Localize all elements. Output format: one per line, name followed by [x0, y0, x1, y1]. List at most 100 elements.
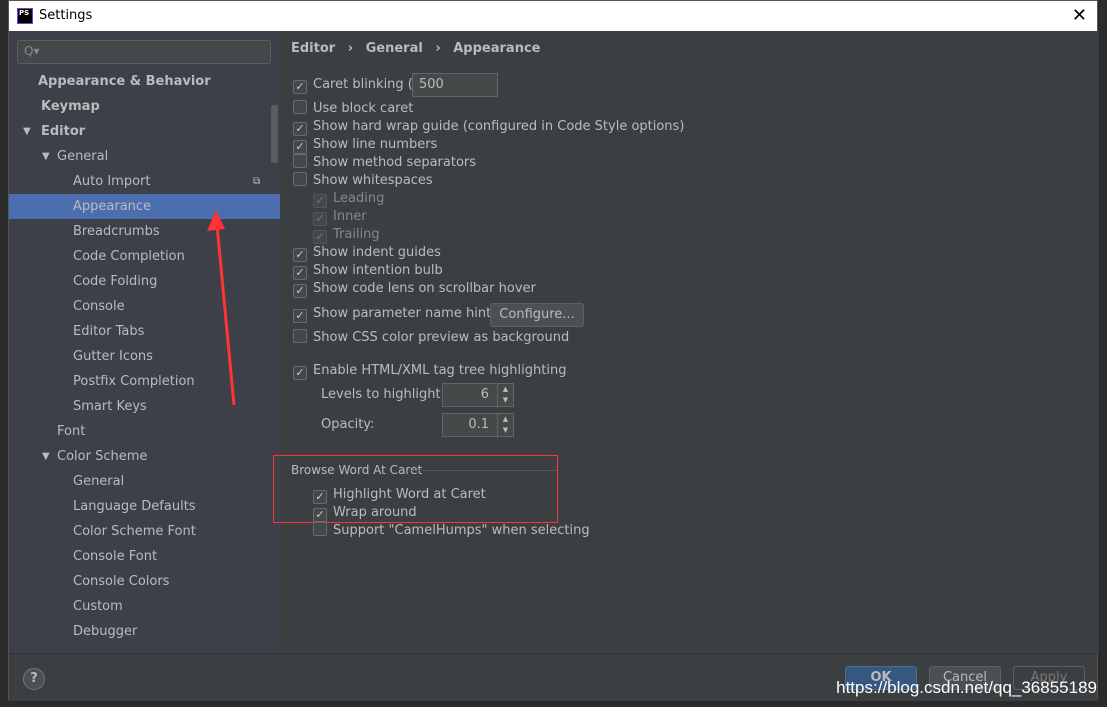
tree-item[interactable]: Console Font	[9, 544, 280, 569]
sidebar-scrollbar[interactable]	[271, 105, 278, 163]
breadcrumb: Editor › General › Appearance	[291, 41, 540, 56]
breadcrumb-item: Appearance	[453, 41, 541, 56]
checkbox[interactable]: ✓	[293, 309, 307, 323]
option-label[interactable]: Show indent guides	[313, 245, 441, 260]
tree-item-label: Smart Keys	[73, 399, 147, 414]
breadcrumb-item: Editor	[291, 41, 336, 56]
option-label[interactable]: Highlight Word at Caret	[333, 487, 486, 502]
option-label[interactable]: Support "CamelHumps" when selecting	[333, 523, 590, 538]
option-label[interactable]: Leading	[333, 191, 384, 206]
opacity-label: Opacity:	[321, 417, 375, 432]
checkbox[interactable]: ✓	[313, 508, 327, 522]
tree-item-label: Breadcrumbs	[73, 224, 160, 239]
tree-item[interactable]: Appearance & Behavior	[9, 69, 280, 94]
option-row: ✓ Show parameter name hints	[293, 305, 498, 323]
tree-item[interactable]: ▼ Editor	[9, 119, 280, 144]
option-row: Show whitespaces	[293, 172, 433, 190]
configure-button[interactable]: Configure...	[490, 303, 584, 327]
tree-item-label: Color Scheme	[57, 449, 148, 464]
option-label[interactable]: Show parameter name hints	[313, 306, 498, 321]
tree-item[interactable]: Keymap	[9, 94, 280, 119]
tree-item-label: Debugger	[73, 624, 138, 639]
tree-item-label: Console Font	[73, 549, 158, 564]
expand-arrow-icon[interactable]: ▼	[42, 444, 50, 469]
checkbox[interactable]	[293, 329, 307, 343]
spinner-arrows-icon[interactable]: ▲ ▼	[497, 384, 513, 408]
levels-spinner[interactable]: 6 ▲ ▼	[442, 383, 514, 408]
checkbox[interactable]	[293, 172, 307, 186]
tree-item[interactable]: ▼ General	[9, 144, 280, 169]
tree-item[interactable]: Console Colors	[9, 569, 280, 594]
checkbox[interactable]: ✓	[293, 366, 307, 380]
option-row: ✓ Show code lens on scrollbar hover	[293, 280, 536, 298]
checkbox[interactable]: ✓	[293, 122, 307, 136]
option-label[interactable]: Use block caret	[313, 101, 413, 116]
tree-item-label: Auto Import	[73, 174, 151, 189]
close-icon[interactable]: ✕	[1072, 5, 1087, 26]
tree-item[interactable]: Color Scheme Font	[9, 519, 280, 544]
opacity-spinner[interactable]: 0.1 ▲ ▼	[442, 413, 514, 438]
tree-item[interactable]: Language Defaults	[9, 494, 280, 519]
tree-item-label: Language Defaults	[73, 499, 196, 514]
tree-item[interactable]: Auto Import ⧉	[9, 169, 280, 194]
tree-item-label: Color Scheme Font	[73, 524, 196, 539]
tree-item-label: Appearance	[73, 199, 152, 214]
tree-item[interactable]: ▼ Color Scheme	[9, 444, 280, 469]
copy-icon: ⧉	[253, 176, 261, 187]
levels-value: 6	[480, 387, 489, 402]
tree-item[interactable]: Custom	[9, 594, 280, 619]
checkbox[interactable]: ✓	[293, 80, 307, 94]
watermark: https://blog.csdn.net/qq_36855189	[836, 678, 1097, 697]
option-label[interactable]: Show method separators	[313, 155, 476, 170]
tree-item[interactable]: General	[9, 469, 280, 494]
tree-item-label: Console Colors	[73, 574, 170, 589]
settings-content: Editor › General › Appearance ✓ Caret bli…	[273, 31, 1099, 653]
option-label[interactable]: Show hard wrap guide (configured in Code…	[313, 119, 684, 134]
tree-item-label: Code Completion	[73, 249, 185, 264]
option-row: ✓ Show line numbers	[293, 136, 437, 154]
option-row: ✓ Show indent guides	[293, 244, 441, 262]
option-label[interactable]: Enable HTML/XML tag tree highlighting	[313, 363, 566, 378]
option-label[interactable]: Show CSS color preview as background	[313, 330, 569, 345]
spinner-arrows-icon[interactable]: ▲ ▼	[497, 414, 513, 438]
tree-item[interactable]: Font	[9, 419, 280, 444]
checkbox[interactable]: ✓	[293, 266, 307, 280]
caret-blinking-input[interactable]: 500	[412, 73, 498, 97]
tree-item-label: Gutter Icons	[73, 349, 153, 364]
option-label[interactable]: Wrap around	[333, 505, 417, 520]
expand-arrow-icon[interactable]: ▼	[42, 144, 50, 169]
title-bar: PS Settings ✕	[9, 1, 1097, 31]
tree-item-label: General	[73, 474, 125, 489]
option-label[interactable]: Show code lens on scrollbar hover	[313, 281, 536, 296]
checkbox[interactable]	[293, 100, 307, 114]
expand-arrow-icon[interactable]: ▼	[23, 119, 31, 144]
option-label[interactable]: Inner	[333, 209, 367, 224]
checkbox[interactable]: ✓	[293, 248, 307, 262]
tree-item-label: Postfix Completion	[73, 374, 195, 389]
option-label[interactable]: Show line numbers	[313, 137, 437, 152]
checkbox[interactable]: ✓	[293, 140, 307, 154]
search-input[interactable]: Q▾	[17, 40, 271, 64]
tree-item[interactable]: Debugger	[9, 619, 280, 644]
tree-item-label: Editor	[41, 124, 86, 139]
settings-dialog: PS Settings ✕ Q▾ Appearance & Behavior Ke…	[8, 0, 1099, 701]
breadcrumb-separator: ›	[435, 41, 441, 56]
checkbox[interactable]: ✓	[293, 284, 307, 298]
phpstorm-logo-icon: PS	[17, 8, 33, 24]
option-row: ✓ Trailing	[313, 226, 380, 244]
option-row: Use block caret	[293, 100, 413, 118]
checkbox[interactable]: ✓	[313, 490, 327, 504]
option-label[interactable]: Trailing	[333, 227, 380, 242]
checkbox: ✓	[313, 212, 327, 226]
option-label[interactable]: Show whitespaces	[313, 173, 433, 188]
opacity-value: 0.1	[468, 417, 489, 432]
tree-item-label: Font	[57, 424, 86, 439]
checkbox[interactable]	[313, 522, 327, 536]
option-row: ✓ Show intention bulb	[293, 262, 443, 280]
annotation-arrow-icon	[207, 210, 236, 406]
levels-label: Levels to highlight:	[321, 387, 445, 402]
checkbox[interactable]	[293, 154, 307, 168]
help-button[interactable]: ?	[23, 668, 45, 690]
option-label[interactable]: Show intention bulb	[313, 263, 443, 278]
tree-item-label: Appearance & Behavior	[38, 74, 211, 89]
